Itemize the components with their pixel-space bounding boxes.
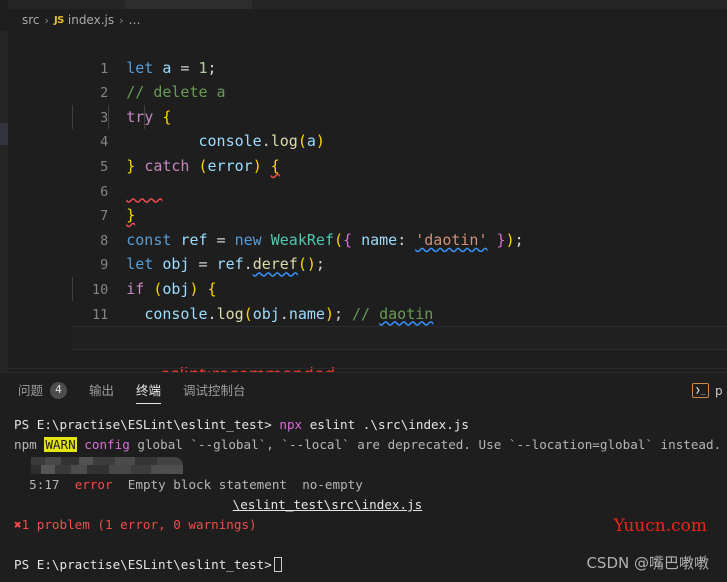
error-severity: error bbox=[75, 477, 113, 492]
breadcrumb-file[interactable]: index.js bbox=[68, 13, 114, 27]
redacted-path-block bbox=[31, 457, 183, 474]
code-line[interactable]: 10if (obj) { bbox=[8, 252, 727, 277]
editor-overview-strip bbox=[0, 31, 8, 372]
watermark-site: Yuucn.com bbox=[614, 516, 707, 536]
overview-highlight bbox=[0, 123, 8, 145]
code-line[interactable]: 4 console.log(a) bbox=[8, 105, 727, 130]
breadcrumb-separator-icon-2: › bbox=[119, 14, 123, 27]
tabstrip-active-tab[interactable] bbox=[125, 0, 252, 9]
breadcrumb[interactable]: src › JS index.js › … bbox=[0, 9, 727, 31]
code-editor[interactable]: 1let a = 1; 2// delete a 3try { 4 consol… bbox=[0, 31, 727, 372]
code-line[interactable]: 12} bbox=[8, 302, 727, 327]
code-line[interactable]: 8const ref = new WeakRef({ name: 'daotin… bbox=[8, 203, 727, 228]
npm-warn-message: global `--global`, `--local` are depreca… bbox=[130, 437, 721, 452]
npm-config-label: config bbox=[84, 437, 130, 452]
terminal-prompt-final: PS E:\practise\ESLint\eslint_test> bbox=[14, 557, 272, 572]
terminal-line-npm-warn: npm WARN config global `--global`, `--lo… bbox=[14, 435, 727, 455]
tabstrip-rest bbox=[252, 0, 727, 9]
panel-tab-bar[interactable]: 问题 4 输出 终端 调试控制台 ❯_ p bbox=[0, 373, 727, 408]
breadcrumb-separator-icon: › bbox=[45, 14, 49, 27]
problems-count-badge: 4 bbox=[50, 382, 67, 399]
terminal-line-error: 5:17 error Empty block statement no-empt… bbox=[14, 475, 727, 495]
code-line[interactable]: 1let a = 1; bbox=[8, 31, 727, 56]
js-file-icon: JS bbox=[54, 15, 64, 26]
editor-tab-strip bbox=[0, 0, 727, 9]
code-line-current[interactable]: 13 bbox=[8, 326, 727, 351]
error-rule: no-empty bbox=[302, 477, 363, 492]
breadcrumb-folder[interactable]: src bbox=[22, 13, 40, 27]
tab-problems[interactable]: 问题 4 bbox=[18, 373, 67, 408]
tab-output-label: 输出 bbox=[89, 373, 114, 408]
code-line[interactable]: 11 console.log(obj.name); // daotin bbox=[8, 277, 727, 302]
panel-actions[interactable]: ❯_ p bbox=[692, 373, 727, 408]
tab-terminal[interactable]: 终端 bbox=[136, 373, 161, 408]
tab-output[interactable]: 输出 bbox=[89, 373, 114, 408]
code-line[interactable]: 2// delete a bbox=[8, 56, 727, 81]
terminal-line-command: PS E:\practise\ESLint\eslint_test> npx e… bbox=[14, 415, 727, 435]
code-line[interactable]: 7} bbox=[8, 179, 727, 204]
tab-problems-label: 问题 bbox=[18, 373, 43, 408]
tab-debug-console-label: 调试控制台 bbox=[183, 373, 246, 408]
tab-terminal-label: 终端 bbox=[136, 373, 161, 408]
vscode-window: src › JS index.js › … 1let a = 1; 2// de… bbox=[0, 0, 727, 582]
error-message: Empty block statement bbox=[128, 477, 287, 492]
eslint-file-path[interactable]: \eslint_test\src\index.js bbox=[233, 497, 423, 512]
terminal-cursor bbox=[274, 557, 282, 572]
tabstrip-left-gutter bbox=[0, 0, 8, 9]
terminal-prompt: PS E:\practise\ESLint\eslint_test> bbox=[14, 417, 272, 432]
editor-bottom-divider bbox=[8, 368, 727, 369]
code-line[interactable]: 3try { bbox=[8, 80, 727, 105]
warn-badge: WARN bbox=[44, 437, 76, 452]
breadcrumb-symbol-ellipsis[interactable]: … bbox=[129, 13, 141, 27]
code-line[interactable]: 6 bbox=[8, 154, 727, 179]
terminal-line-file-path[interactable]: \eslint_test\src\index.js bbox=[14, 455, 727, 475]
terminal-icon[interactable]: ❯_ bbox=[692, 383, 709, 398]
terminal-command-tail: eslint .\src\index.js bbox=[302, 417, 469, 432]
bottom-panel[interactable]: 问题 4 输出 终端 调试控制台 ❯_ p PS E:\practise\ESL… bbox=[0, 372, 727, 582]
current-line-highlight bbox=[72, 326, 727, 350]
code-line[interactable]: 5} catch (error) { bbox=[8, 129, 727, 154]
tab-debug-console[interactable]: 调试控制台 bbox=[183, 373, 246, 408]
npm-label: npm bbox=[14, 437, 37, 452]
terminal-command-head: npx bbox=[279, 417, 302, 432]
terminal-selector-label[interactable]: p bbox=[715, 384, 725, 398]
code-lines[interactable]: 1let a = 1; 2// delete a 3try { 4 consol… bbox=[8, 31, 727, 372]
watermark-csdn: CSDN @嘴巴嘋嘋 bbox=[586, 552, 709, 573]
code-line[interactable]: 9let obj = ref.deref(); bbox=[8, 228, 727, 253]
